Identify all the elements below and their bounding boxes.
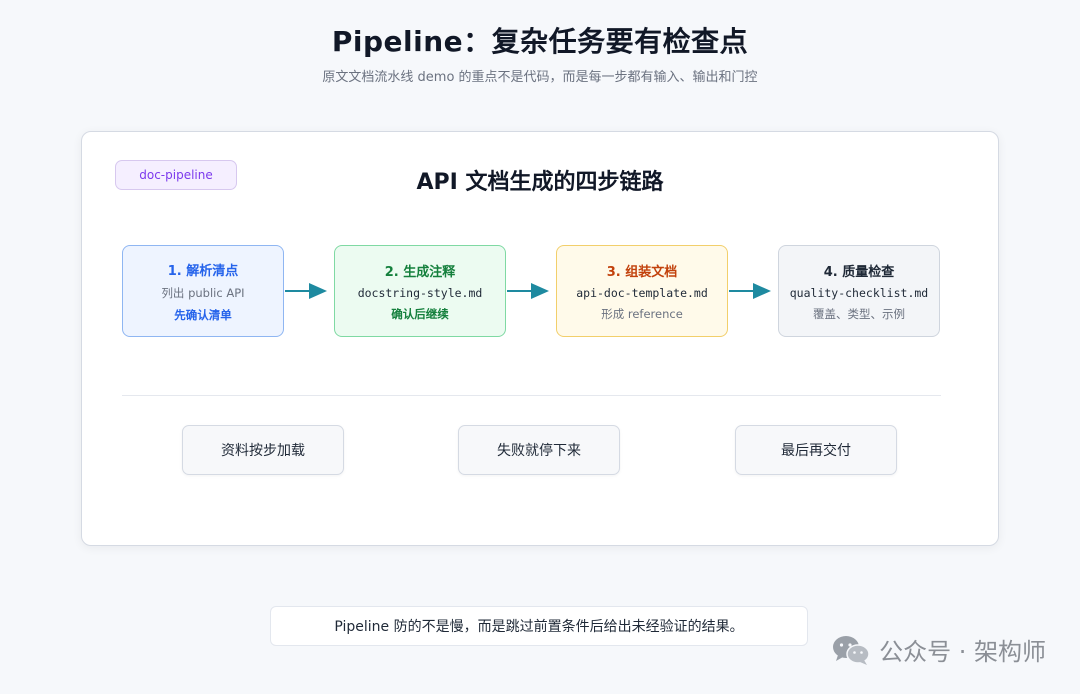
step-2-box: 2. 生成注释 docstring-style.md 确认后继续 <box>334 245 506 337</box>
principle-load-stepwise: 资料按步加载 <box>182 425 344 475</box>
pipeline-card: doc-pipeline API 文档生成的四步链路 1. 解析清点 列出 pu… <box>81 131 999 546</box>
page-title: Pipeline：复杂任务要有检查点 <box>331 25 749 58</box>
step-1-box: 1. 解析清点 列出 public API 先确认清单 <box>122 245 284 337</box>
arrow-right-icon <box>507 283 549 299</box>
step-input: docstring-style.md <box>357 285 483 300</box>
watermark: 公众号 · 架构师 <box>831 632 1046 667</box>
step-3-box: 3. 组装文档 api-doc-template.md 形成 reference <box>556 245 728 337</box>
footer-note: Pipeline 防的不是慢，而是跳过前置条件后给出未经验证的结果。 <box>270 606 808 646</box>
step-input: quality-checklist.md <box>789 285 929 300</box>
arrow-right-icon <box>729 283 771 299</box>
watermark-text: 公众号 · 架构师 <box>879 638 1046 666</box>
divider <box>122 395 941 396</box>
step-title: 4. 质量检查 <box>823 264 895 280</box>
step-input: 列出 public API <box>161 285 245 300</box>
wechat-icon <box>833 635 870 665</box>
step-gate: 覆盖、类型、示例 <box>813 306 905 321</box>
step-title: 1. 解析清点 <box>167 263 239 279</box>
step-input: api-doc-template.md <box>576 285 708 300</box>
card-title: API 文档生成的四步链路 <box>416 170 664 195</box>
step-gate: 形成 reference <box>601 306 683 321</box>
step-4-box: 4. 质量检查 quality-checklist.md 覆盖、类型、示例 <box>778 245 940 337</box>
principle-stop-on-failure: 失败就停下来 <box>458 425 620 475</box>
step-gate: 确认后继续 <box>391 306 449 321</box>
page-subtitle: 原文文档流水线 demo 的重点不是代码，而是每一步都有输入、输出和门控 <box>322 70 758 85</box>
principle-deliver-last: 最后再交付 <box>735 425 897 475</box>
step-title: 2. 生成注释 <box>384 264 456 280</box>
step-title: 3. 组装文档 <box>606 264 678 280</box>
arrow-right-icon <box>285 283 327 299</box>
step-gate: 先确认清单 <box>174 307 232 322</box>
